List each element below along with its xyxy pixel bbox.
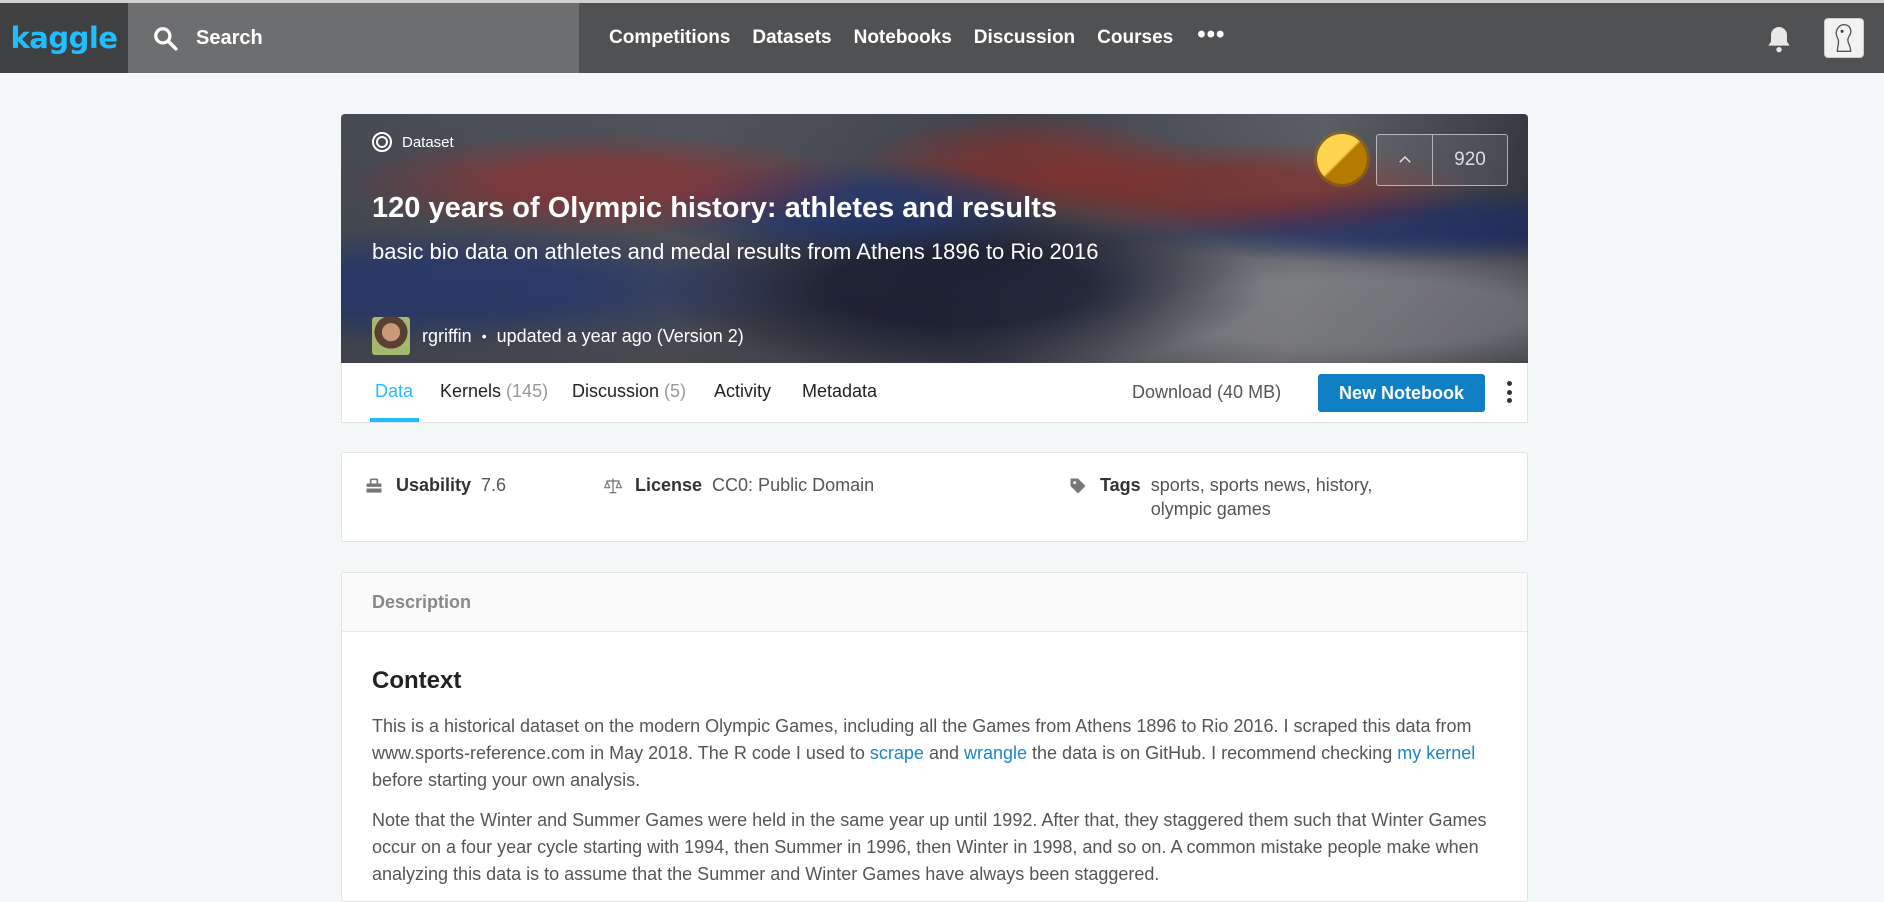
scrape-link[interactable]: scrape	[870, 743, 924, 763]
p1-text-d: before starting your own analysis.	[372, 770, 641, 790]
dataset-title: 120 years of Olympic history: athletes a…	[372, 192, 1057, 224]
search-input[interactable]	[194, 25, 558, 51]
gold-medal-icon	[1317, 134, 1367, 184]
search-icon	[154, 27, 178, 51]
tab-kernels-label: Kernels	[440, 381, 502, 401]
scale-icon	[603, 478, 623, 494]
description-header: Description	[342, 573, 1527, 632]
tab-data-label: Data	[375, 381, 414, 401]
my-kernel-link[interactable]: my kernel	[1397, 743, 1475, 763]
tag-icon	[1070, 478, 1086, 494]
tags-label: Tags	[1100, 475, 1141, 495]
kaggle-logo[interactable]: kaggle	[0, 3, 128, 73]
wrangle-link[interactable]: wrangle	[964, 743, 1027, 763]
usability-label: Usability	[396, 475, 472, 495]
vote-count[interactable]: 920	[1433, 135, 1507, 185]
license-value[interactable]: CC0: Public Domain	[712, 475, 874, 496]
usability-meta: Usability 7.6	[364, 475, 506, 496]
main-nav: Competitions Datasets Notebooks Discussi…	[609, 3, 1225, 73]
tab-activity[interactable]: Activity	[714, 381, 771, 402]
nav-notebooks[interactable]: Notebooks	[854, 27, 952, 49]
dataset-type-label: Dataset	[372, 132, 454, 152]
description-section: Description Context This is a historical…	[341, 572, 1528, 902]
separator-dot: •	[481, 328, 487, 344]
nav-courses[interactable]: Courses	[1097, 27, 1173, 49]
user-avatar-icon	[1835, 24, 1852, 52]
tab-metadata-label: Metadata	[802, 381, 878, 401]
tags-meta: Tags sports, sports news, history, olymp…	[1068, 475, 1391, 521]
download-button[interactable]: Download (40 MB)	[1132, 382, 1281, 403]
tab-discussion[interactable]: Discussion (5)	[572, 381, 686, 402]
upvote-widget: 920	[1376, 134, 1508, 186]
nav-datasets[interactable]: Datasets	[752, 27, 831, 49]
updated-text: updated a year ago (Version 2)	[496, 325, 744, 346]
license-label: License	[635, 475, 703, 495]
tab-data[interactable]: Data	[375, 381, 413, 402]
top-nav-bar: kaggle Competitions Datasets Notebooks D…	[0, 0, 1884, 73]
context-heading: Context	[372, 667, 462, 694]
chevron-up-icon	[1398, 155, 1411, 163]
dataset-hero-banner: Dataset 120 years of Olympic history: at…	[341, 114, 1528, 363]
dataset-owner: rgriffin • updated a year ago (Version 2…	[372, 317, 744, 355]
tab-metadata[interactable]: Metadata	[802, 381, 877, 402]
tab-discussion-label: Discussion	[572, 381, 660, 401]
nav-discussion[interactable]: Discussion	[974, 27, 1075, 49]
owner-avatar[interactable]	[372, 317, 410, 355]
new-notebook-button[interactable]: New Notebook	[1318, 374, 1485, 412]
description-body: Context This is a historical dataset on …	[342, 667, 1527, 888]
dataset-tab-bar: Data Kernels (145) Discussion (5) Activi…	[341, 363, 1528, 423]
usability-value: 7.6	[481, 475, 507, 495]
nav-competitions[interactable]: Competitions	[609, 27, 730, 49]
user-avatar[interactable]	[1824, 18, 1864, 58]
p1-text-c: the data is on GitHub. I recommend check…	[1027, 743, 1398, 763]
owner-name[interactable]: rgriffin	[422, 326, 472, 347]
tab-activity-label: Activity	[714, 381, 772, 401]
tab-discussion-count: (5)	[664, 381, 687, 401]
tab-kernels-count: (145)	[506, 381, 549, 401]
tags-value[interactable]: sports, sports news, history, olympic ga…	[1151, 473, 1391, 521]
dataset-meta-box: Usability 7.6 License CC0: Public Domain…	[341, 452, 1528, 542]
active-tab-indicator	[370, 418, 419, 422]
upvote-button[interactable]	[1377, 135, 1433, 185]
description-paragraph-2: Note that the Winter and Summer Games we…	[372, 810, 1487, 884]
search-bar[interactable]	[128, 3, 579, 73]
usability-icon	[366, 478, 382, 493]
more-icon[interactable]: •••	[1197, 21, 1225, 49]
license-meta: License CC0: Public Domain	[603, 475, 874, 496]
dataset-type-text: Dataset	[402, 133, 454, 151]
notification-bell-icon[interactable]	[1763, 23, 1795, 55]
tab-kernels[interactable]: Kernels (145)	[440, 381, 548, 402]
p1-text-b: and	[923, 743, 964, 763]
description-paragraph-1: This is a historical dataset on the mode…	[372, 713, 1497, 794]
more-options-icon[interactable]	[1505, 381, 1513, 403]
dataset-subtitle: basic bio data on athletes and medal res…	[372, 239, 1099, 264]
dataset-icon	[372, 132, 392, 152]
